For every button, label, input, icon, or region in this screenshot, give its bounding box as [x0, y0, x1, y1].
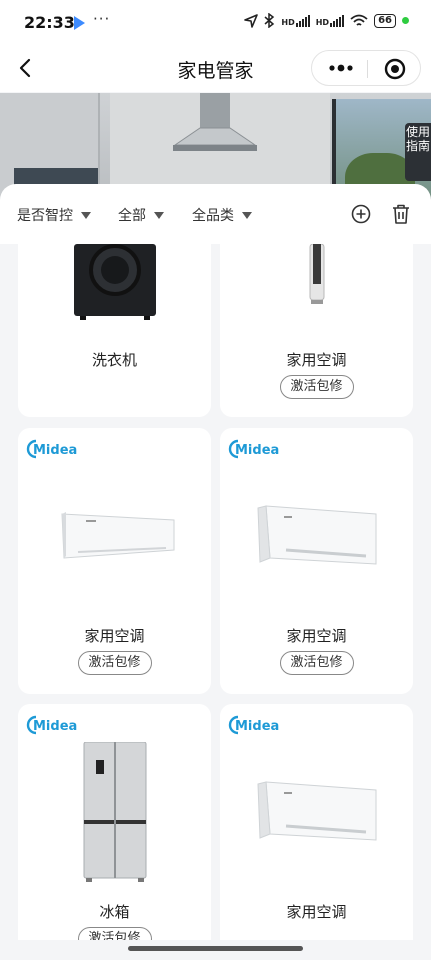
svg-text:Midea: Midea: [33, 719, 77, 734]
filter-label: 全部: [118, 208, 146, 224]
trash-icon[interactable]: [389, 202, 413, 226]
status-icons: HD HD 66: [244, 13, 409, 28]
signal-2: HD: [315, 14, 345, 27]
device-name: 洗衣机: [91, 351, 137, 369]
svg-text:Midea: Midea: [33, 443, 77, 458]
svg-text:Midea: Midea: [235, 719, 279, 734]
device-card-ac[interactable]: Midea 家用空调 激活包修: [18, 428, 211, 694]
play-icon: [74, 16, 85, 30]
hd-label-1: HD: [281, 17, 295, 27]
filter-label: 全品类: [192, 208, 234, 224]
dropdown-caret-icon: [154, 211, 164, 219]
battery-icon: 66: [374, 13, 396, 28]
signal-1: HD: [281, 14, 310, 27]
device-card-washer[interactable]: 洗衣机: [18, 244, 211, 417]
device-name: 家用空调: [286, 351, 347, 369]
wall-ac-icon: [61, 512, 175, 559]
device-card-ac-floor[interactable]: 家用空调 激活包修: [220, 244, 413, 417]
wifi-icon: [350, 14, 368, 26]
home-indicator[interactable]: [128, 946, 303, 951]
svg-text:Midea: Midea: [235, 443, 279, 458]
status-bar: 22:33 ··· HD HD 66: [0, 0, 431, 46]
capsule-divider: [367, 60, 368, 78]
filter-bar: 是否智控 全部 全品类: [0, 184, 431, 244]
add-circle-icon[interactable]: [349, 202, 373, 226]
mini-program-capsule: [311, 50, 421, 86]
midea-logo: Midea: [228, 715, 279, 735]
bluetooth-icon: [264, 13, 275, 28]
nav-bar: 家电管家: [0, 46, 431, 92]
close-target-icon[interactable]: [384, 58, 406, 80]
activate-warranty-button[interactable]: 激活包修: [279, 375, 354, 399]
dropdown-caret-icon: [81, 211, 91, 219]
status-more: ···: [93, 10, 111, 28]
filter-category[interactable]: 全品类: [192, 205, 252, 225]
wall-ac-icon: [257, 781, 377, 841]
hd-label-2: HD: [315, 17, 330, 27]
washing-machine-icon: [74, 244, 156, 320]
activate-warranty-button[interactable]: 激活包修: [77, 651, 152, 675]
wall-ac-icon: [257, 505, 377, 565]
activate-warranty-button[interactable]: 激活包修: [279, 651, 354, 675]
status-time: 22:33: [24, 13, 75, 32]
dropdown-caret-icon: [242, 211, 252, 219]
midea-logo: Midea: [26, 715, 77, 735]
range-hood-icon: [173, 93, 257, 151]
signal-bars-icon: [295, 14, 310, 27]
midea-logo: Midea: [26, 439, 77, 459]
filter-status[interactable]: 全部: [118, 205, 164, 225]
location-icon: [244, 13, 259, 28]
device-name: 家用空调: [286, 903, 347, 921]
device-name: 家用空调: [286, 627, 347, 645]
device-name: 家用空调: [84, 627, 145, 645]
filter-label: 是否智控: [17, 208, 73, 224]
device-card-ac[interactable]: Midea 家用空调 激活包修: [220, 428, 413, 694]
user-guide-tab[interactable]: 使用指南: [405, 123, 431, 181]
floor-ac-icon: [309, 244, 325, 304]
device-card-fridge[interactable]: Midea 冰箱 激活包修: [18, 704, 211, 944]
midea-logo: Midea: [228, 439, 279, 459]
recording-dot: [402, 17, 409, 24]
signal-bars-icon: [330, 14, 345, 27]
more-dots-icon[interactable]: [326, 60, 358, 76]
device-card-ac[interactable]: Midea 家用空调: [220, 704, 413, 944]
device-name: 冰箱: [99, 903, 130, 921]
filter-smart-control[interactable]: 是否智控: [17, 205, 91, 225]
refrigerator-icon: [83, 742, 147, 882]
